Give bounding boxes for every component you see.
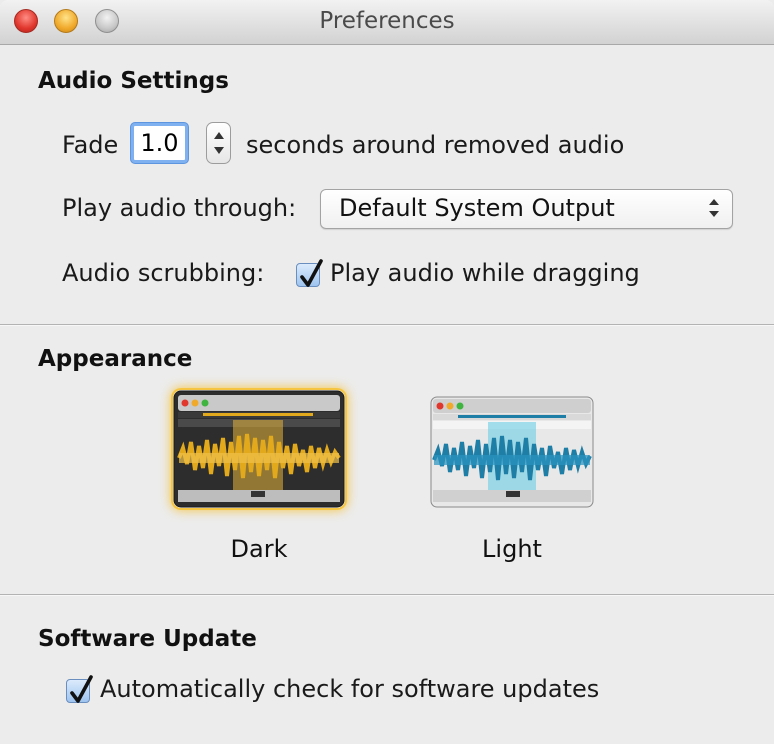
- stepper-up-icon[interactable]: [214, 132, 224, 139]
- scrubbing-checkbox[interactable]: [296, 259, 323, 287]
- window-title: Preferences: [319, 8, 455, 34]
- audio-output-value: Default System Output: [339, 194, 615, 222]
- scrubbing-checkbox-label[interactable]: Play audio while dragging: [330, 259, 640, 287]
- audio-output-popup[interactable]: Default System Output: [320, 189, 733, 229]
- light-theme-option[interactable]: [430, 396, 594, 508]
- dark-theme-preview-image: [173, 390, 345, 508]
- play-through-label: Play audio through:: [62, 194, 297, 222]
- light-theme-preview-image: [430, 396, 594, 508]
- dark-theme-option[interactable]: [173, 390, 345, 508]
- dark-theme-label[interactable]: Dark: [173, 535, 345, 563]
- fade-seconds-stepper[interactable]: [206, 122, 231, 164]
- stepper-down-icon[interactable]: [214, 147, 224, 154]
- fade-seconds-input[interactable]: 1.0: [131, 123, 188, 163]
- auto-update-checkbox[interactable]: [66, 675, 93, 703]
- scrubbing-label: Audio scrubbing:: [62, 259, 265, 287]
- popup-arrows-icon: [708, 199, 720, 219]
- light-theme-label[interactable]: Light: [430, 535, 594, 563]
- checkmark-icon: [300, 259, 323, 287]
- fade-label: Fade: [62, 131, 119, 159]
- auto-update-label[interactable]: Automatically check for software updates: [100, 675, 599, 703]
- section-divider: [0, 594, 774, 596]
- title-bar: Preferences: [0, 0, 774, 45]
- section-divider: [0, 324, 774, 326]
- checkmark-icon: [70, 675, 93, 703]
- appearance-heading: Appearance: [38, 346, 193, 372]
- software-update-heading: Software Update: [38, 626, 257, 652]
- audio-settings-heading: Audio Settings: [38, 68, 229, 94]
- fade-suffix-label: seconds around removed audio: [246, 131, 625, 159]
